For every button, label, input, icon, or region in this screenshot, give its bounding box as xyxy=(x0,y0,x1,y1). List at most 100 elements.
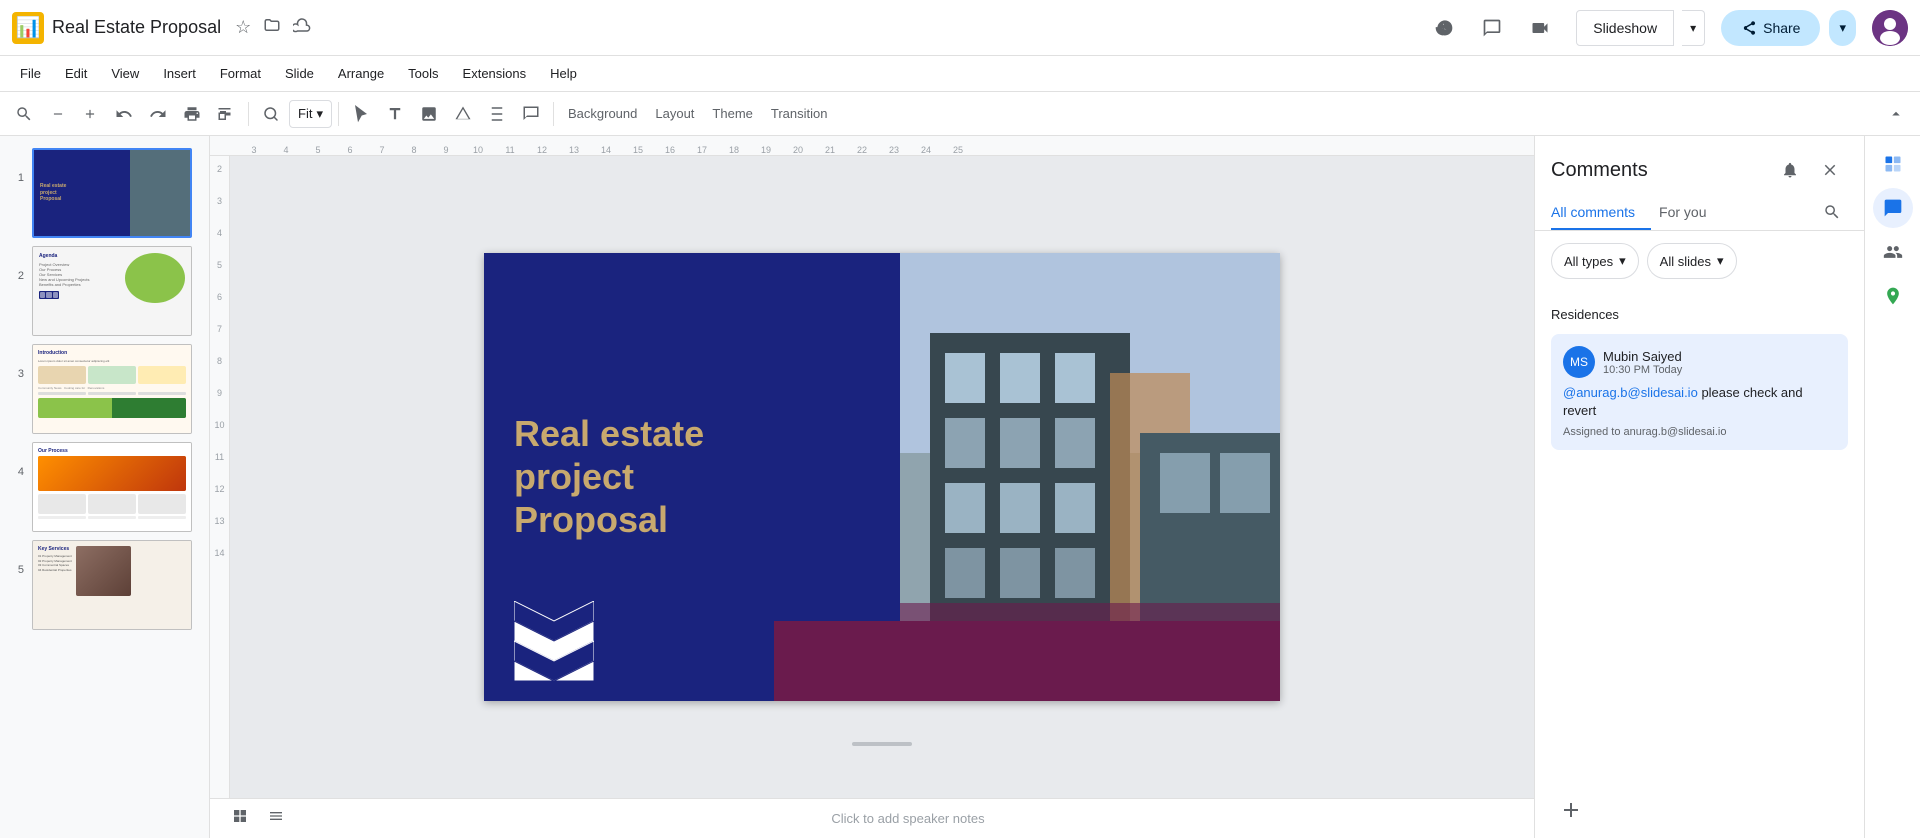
paint-format-button[interactable] xyxy=(210,98,242,130)
slide-thumbnail-4[interactable]: 4 Our Process xyxy=(0,438,209,536)
far-right-panel xyxy=(1864,136,1920,838)
redo-button[interactable] xyxy=(142,98,174,130)
text-tool-button[interactable] xyxy=(379,98,411,130)
search-toolbar-button[interactable] xyxy=(8,98,40,130)
filter-slides-button[interactable]: All slides ▾ xyxy=(1647,243,1737,279)
user-avatar[interactable] xyxy=(1872,10,1908,46)
comment-text: @anurag.b@slidesai.io please check and r… xyxy=(1563,384,1836,420)
layout-button-toolbar[interactable]: Layout xyxy=(647,98,702,130)
slide-number-4: 4 xyxy=(8,442,24,478)
slide-title-line3: Proposal xyxy=(514,499,704,542)
slide-thumb-2: Agenda Project OverviewOur ProcessOur Se… xyxy=(32,246,192,336)
slide-thumbnail-1[interactable]: 1 Real estateprojectProposal xyxy=(0,144,209,242)
speaker-notes-placeholder[interactable]: Click to add speaker notes xyxy=(298,811,1518,826)
comment-assigned: Assigned to anurag.b@slidesai.io xyxy=(1563,426,1836,438)
comment-time: 10:30 PM Today xyxy=(1603,364,1682,376)
add-comment-button[interactable] xyxy=(1551,790,1591,830)
grid-view-button[interactable] xyxy=(226,805,254,833)
menu-insert[interactable]: Insert xyxy=(151,62,208,85)
comment-section-residences: Residences xyxy=(1535,299,1864,330)
slide-thumbnail-5[interactable]: 5 Key Services 01 Property Management02 … xyxy=(0,536,209,634)
shapes-tool-button[interactable] xyxy=(447,98,479,130)
close-comments-button[interactable] xyxy=(1812,152,1848,188)
comment-card-1: MS Mubin Saiyed 10:30 PM Today @anurag.b… xyxy=(1551,334,1848,450)
theme-button-toolbar[interactable]: Theme xyxy=(704,98,760,130)
comment-author-name: Mubin Saiyed xyxy=(1603,349,1682,364)
slide-thumbnail-3[interactable]: 3 Introduction Lorem ipsum dolor sit ame… xyxy=(0,340,209,438)
toolbar-divider-2 xyxy=(338,102,339,126)
bottom-maroon-strip xyxy=(774,621,1280,701)
menu-extensions[interactable]: Extensions xyxy=(451,62,539,85)
ruler-vertical: 2 3 4 5 6 7 8 9 10 11 12 13 14 xyxy=(210,156,230,798)
filter-types-button[interactable]: All types ▾ xyxy=(1551,243,1639,279)
comment-author-avatar: MS xyxy=(1563,346,1595,378)
slide-thumb-5: Key Services 01 Property Management02 Pr… xyxy=(32,540,192,630)
share-arrow-button[interactable]: ▾ xyxy=(1829,10,1856,46)
slide-thumb-3: Introduction Lorem ipsum dolor sit amet … xyxy=(32,344,192,434)
search-comments-button[interactable] xyxy=(1816,196,1848,228)
sidebar-toggle-button[interactable] xyxy=(262,805,290,833)
slide-number-2: 2 xyxy=(8,246,24,282)
main-slide: Real estate project Proposal xyxy=(484,253,1280,701)
slideshow-button[interactable]: Slideshow xyxy=(1576,10,1674,46)
transition-button-toolbar[interactable]: Transition xyxy=(763,98,836,130)
zoom-dropdown[interactable]: Fit ▾ xyxy=(289,100,332,128)
folder-icon[interactable] xyxy=(263,16,281,39)
print-button[interactable] xyxy=(176,98,208,130)
slide-title-content: Real estate project Proposal xyxy=(514,412,704,542)
comments-panel: Comments All comments For you All types … xyxy=(1534,136,1864,838)
menu-view[interactable]: View xyxy=(99,62,151,85)
cursor-tool-button[interactable] xyxy=(345,98,377,130)
share-button[interactable]: Share xyxy=(1721,10,1820,46)
app-icon: 📊 xyxy=(12,12,44,44)
menu-help[interactable]: Help xyxy=(538,62,589,85)
history-button[interactable] xyxy=(1424,8,1464,48)
menu-slide[interactable]: Slide xyxy=(273,62,326,85)
ruler-horizontal: 3 4 5 6 7 8 9 10 11 12 13 14 15 16 17 18… xyxy=(210,136,1534,156)
chat-button[interactable] xyxy=(1472,8,1512,48)
video-call-button[interactable] xyxy=(1520,8,1560,48)
slideshow-dropdown-button[interactable]: ▾ xyxy=(1682,10,1705,46)
comments-tabs: All comments For you xyxy=(1535,196,1864,231)
document-title: Real Estate Proposal xyxy=(52,17,221,38)
zoom-out-button[interactable] xyxy=(42,98,74,130)
slide-canvas[interactable]: Real estate project Proposal xyxy=(230,156,1534,798)
comments-filters: All types ▾ All slides ▾ xyxy=(1535,231,1864,291)
cloud-save-icon[interactable] xyxy=(293,16,311,39)
tab-all-comments[interactable]: All comments xyxy=(1551,196,1651,230)
comments-panel-title: Comments xyxy=(1551,159,1648,182)
slide-thumbnail-2[interactable]: 2 Agenda Project OverviewOur ProcessOur … xyxy=(0,242,209,340)
comment-mention-link[interactable]: @anurag.b@slidesai.io xyxy=(1563,385,1698,400)
menu-edit[interactable]: Edit xyxy=(53,62,99,85)
collapse-toolbar-button[interactable] xyxy=(1880,98,1912,130)
notifications-button[interactable] xyxy=(1772,152,1808,188)
zoom-search-button[interactable] xyxy=(255,98,287,130)
menu-tools[interactable]: Tools xyxy=(396,62,450,85)
menu-format[interactable]: Format xyxy=(208,62,273,85)
background-button-toolbar[interactable]: Background xyxy=(560,98,645,130)
slide-title-line1: Real estate xyxy=(514,412,704,455)
comments-list: Residences MS Mubin Saiyed 10:30 PM Toda… xyxy=(1535,291,1864,782)
people-sidebar-button[interactable] xyxy=(1873,232,1913,272)
menu-file[interactable]: File xyxy=(8,62,53,85)
line-tool-button[interactable] xyxy=(481,98,513,130)
image-tool-button[interactable] xyxy=(413,98,445,130)
star-icon[interactable]: ☆ xyxy=(235,17,251,38)
slide-number-3: 3 xyxy=(8,344,24,380)
sidebar-sheets-button[interactable] xyxy=(1873,144,1913,184)
slide-number-1: 1 xyxy=(8,148,24,184)
menu-arrange[interactable]: Arrange xyxy=(326,62,396,85)
slide-number-5: 5 xyxy=(8,540,24,576)
scroll-indicator xyxy=(852,742,912,746)
toolbar-divider-3 xyxy=(553,102,554,126)
comments-sidebar-button[interactable] xyxy=(1873,188,1913,228)
filter-slides-chevron-icon: ▾ xyxy=(1717,253,1724,269)
slides-panel: 1 Real estateprojectProposal 2 Agenda Pr… xyxy=(0,136,210,838)
comment-tool-button[interactable] xyxy=(515,98,547,130)
undo-button[interactable] xyxy=(108,98,140,130)
toolbar: Fit ▾ Background Layout Theme Transition xyxy=(0,92,1920,136)
tab-for-you[interactable]: For you xyxy=(1659,196,1722,230)
maps-sidebar-button[interactable] xyxy=(1873,276,1913,316)
zoom-in-button[interactable] xyxy=(74,98,106,130)
filter-types-label: All types xyxy=(1564,254,1613,269)
